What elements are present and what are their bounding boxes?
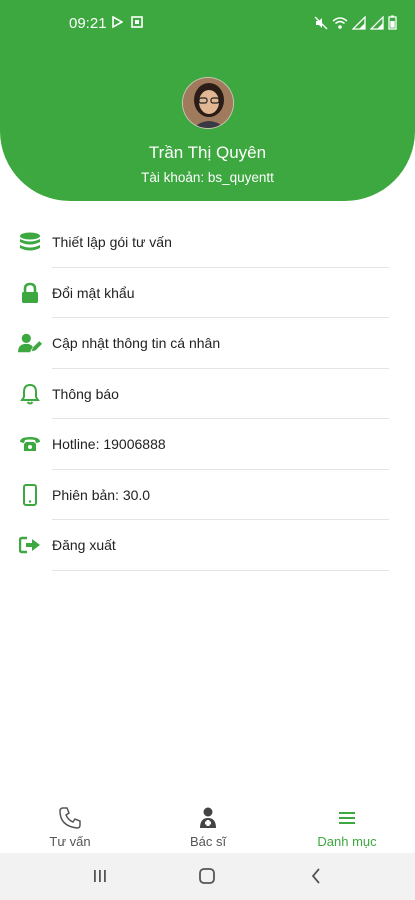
mute-icon [314, 16, 328, 29]
lock-icon [18, 281, 42, 305]
back-icon[interactable] [304, 865, 328, 887]
user-edit-icon [18, 331, 42, 355]
menu-item-version[interactable]: Phiên bản: 30.0 [0, 470, 415, 520]
menu-item-change-password[interactable]: Đổi mật khẩu [0, 268, 415, 318]
menu-item-hotline[interactable]: Hotline: 19006888 [0, 419, 415, 470]
menu-label: Phiên bản: 30.0 [52, 486, 151, 503]
system-nav-bar [0, 853, 415, 900]
recent-apps-icon[interactable] [88, 865, 112, 887]
sign-out-icon [18, 533, 42, 557]
menu-label: Hotline: 19006888 [52, 436, 166, 453]
avatar-photo [183, 78, 233, 128]
tab-danh-muc[interactable]: Danh mục [306, 800, 388, 853]
menu-label: Thông báo [52, 385, 119, 402]
menu-label: Đổi mật khẩu [52, 284, 135, 301]
signal-icon-2 [370, 15, 384, 30]
bell-icon [18, 382, 42, 406]
menu-item-update-profile[interactable]: Cập nhật thông tin cá nhân [0, 318, 415, 369]
phone-icon [18, 432, 42, 456]
home-icon[interactable] [195, 865, 219, 887]
signal-icon [352, 15, 366, 30]
avatar[interactable] [182, 77, 234, 129]
doctor-icon [199, 806, 217, 830]
wifi-icon [332, 16, 348, 29]
phone-outline-icon [58, 806, 82, 830]
nav-label: Bác sĩ [189, 834, 227, 849]
menu-label: Đăng xuất [52, 537, 116, 554]
tab-tu-van[interactable]: Tư vấn [34, 800, 106, 853]
coins-icon [18, 230, 42, 254]
menu-item-logout[interactable]: Đăng xuất [0, 520, 415, 571]
profile-account: Tài khoản: bs_quyentt [141, 170, 274, 185]
menu-label: Cập nhật thông tin cá nhân [52, 335, 221, 352]
status-time: 09:21 [69, 15, 107, 32]
menu-label: Thiết lập gói tư vấn [52, 234, 172, 251]
status-bar: 09:21 [0, 0, 415, 48]
menu-item-consult-package[interactable]: Thiết lập gói tư vấn [0, 217, 415, 268]
settings-menu: Thiết lập gói tư vấn Đổi mật khẩu Cập nh… [0, 217, 415, 571]
battery-icon [388, 15, 397, 30]
play-store-icon [112, 16, 123, 28]
tab-bac-si[interactable]: Bác sĩ [172, 800, 244, 853]
nav-label: Danh mục [317, 834, 377, 849]
profile-name: Trần Thị Quyên [148, 143, 267, 162]
menu-icon [338, 806, 356, 830]
mobile-icon [18, 483, 42, 507]
nav-label: Tư vấn [49, 834, 91, 849]
menu-item-notifications[interactable]: Thông báo [0, 369, 415, 419]
divider [52, 569, 389, 571]
bottom-nav: Tư vấn Bác sĩ Danh mục [0, 800, 415, 853]
notification-box-icon [131, 16, 143, 28]
